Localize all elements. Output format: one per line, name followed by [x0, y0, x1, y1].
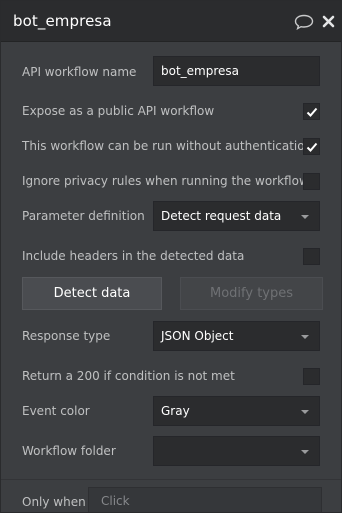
- workflow-folder-label: Workflow folder: [22, 444, 116, 458]
- workflow-properties-panel: bot_empresa API workflow name bot_empres…: [0, 0, 342, 513]
- ignore-privacy-label: Ignore privacy rules when running the wo…: [22, 174, 309, 188]
- only-when-label: Only when: [22, 495, 86, 509]
- divider: [1, 479, 341, 480]
- parameter-definition-value: Detect request data: [161, 209, 282, 223]
- no-auth-checkbox[interactable]: [303, 138, 320, 155]
- panel-title: bot_empresa: [13, 12, 112, 30]
- return-200-checkbox[interactable]: [303, 368, 320, 385]
- no-auth-label: This workflow can be run without authent…: [22, 139, 313, 153]
- parameter-definition-dropdown[interactable]: Detect request data: [153, 201, 320, 231]
- chevron-down-icon: [301, 450, 309, 454]
- expose-public-checkbox[interactable]: [303, 103, 320, 120]
- response-type-label: Response type: [22, 329, 111, 343]
- return-200-label: Return a 200 if condition is not met: [22, 369, 235, 383]
- detect-data-button[interactable]: Detect data: [22, 277, 162, 310]
- close-icon[interactable]: [322, 15, 335, 28]
- modify-types-button[interactable]: Modify types: [180, 277, 323, 310]
- comment-icon[interactable]: [294, 14, 314, 31]
- api-workflow-name-input[interactable]: bot_empresa: [153, 56, 320, 86]
- checkmark-icon: [306, 107, 318, 117]
- event-color-value: Gray: [161, 404, 190, 418]
- only-when-condition-input[interactable]: Click: [88, 487, 322, 512]
- ignore-privacy-checkbox[interactable]: [303, 173, 320, 190]
- expose-public-label: Expose as a public API workflow: [22, 104, 215, 118]
- response-type-dropdown[interactable]: JSON Object: [153, 321, 320, 351]
- chevron-down-icon: [301, 215, 309, 219]
- parameter-definition-label: Parameter definition: [22, 209, 145, 223]
- include-headers-label: Include headers in the detected data: [22, 249, 245, 263]
- checkmark-icon: [306, 142, 318, 152]
- event-color-dropdown[interactable]: Gray: [153, 396, 320, 426]
- api-workflow-name-label: API workflow name: [22, 65, 137, 79]
- panel-header: bot_empresa: [1, 1, 341, 42]
- event-color-label: Event color: [22, 404, 90, 418]
- chevron-down-icon: [301, 335, 309, 339]
- chevron-down-icon: [301, 410, 309, 414]
- workflow-folder-dropdown[interactable]: [153, 436, 320, 466]
- include-headers-checkbox[interactable]: [303, 248, 320, 265]
- response-type-value: JSON Object: [161, 329, 234, 343]
